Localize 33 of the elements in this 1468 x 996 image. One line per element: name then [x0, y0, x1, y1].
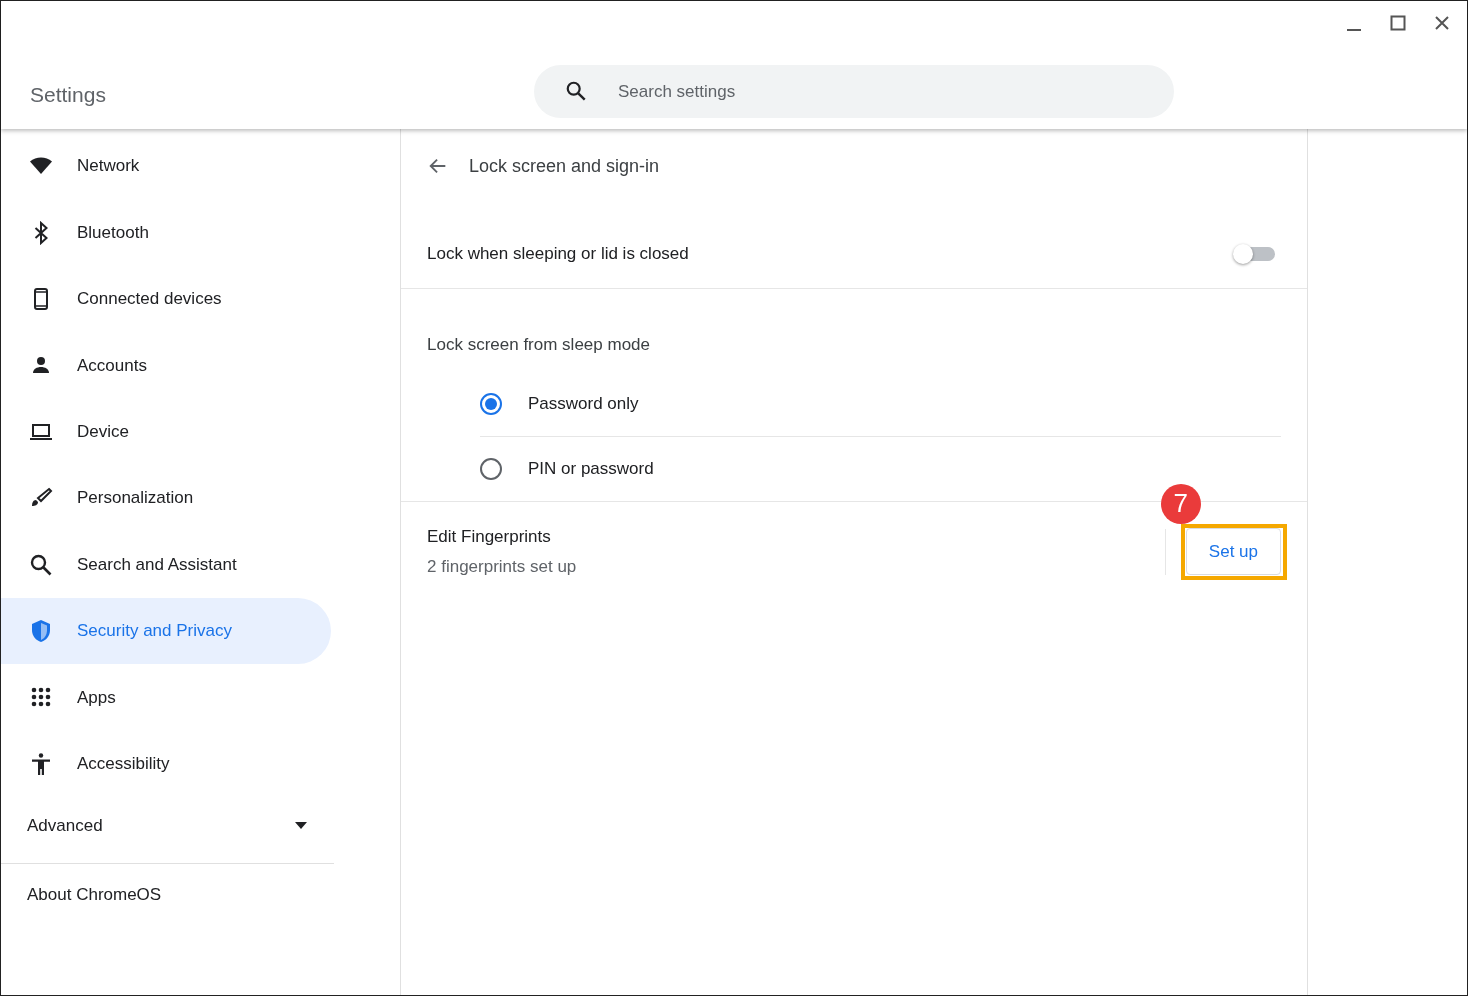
step-number: 7 [1160, 483, 1201, 524]
app-title: Settings [30, 82, 106, 108]
sidebar-item[interactable]: Search and Assistant [1, 531, 331, 598]
sidebar-item[interactable]: Personalization [1, 464, 331, 532]
setting-label: Edit Fingerprints [427, 526, 552, 548]
minimize-icon [1347, 29, 1361, 31]
sidebar-item[interactable]: Connected devices [1, 265, 331, 333]
sidebar-item[interactable]: Security and Privacy [1, 597, 331, 665]
caret-icon [295, 822, 307, 830]
sidebar-item[interactable]: Accessibility [1, 730, 331, 797]
sidebar-item[interactable]: Device [1, 398, 331, 465]
set-up-button[interactable]: Set up [1185, 527, 1281, 576]
advanced-expander[interactable]: Advanced [1, 796, 333, 855]
radio-button[interactable] [480, 458, 502, 480]
sidebar-item[interactable]: Bluetooth [1, 199, 331, 266]
shield-icon [29, 618, 53, 643]
radio-button[interactable] [480, 392, 502, 415]
maximize-icon [1390, 15, 1406, 31]
search-icon [565, 80, 587, 102]
page-title: Lock screen and sign-in [469, 154, 660, 178]
toggle-switch[interactable] [1233, 243, 1277, 264]
setting-label: Lock when sleeping or lid is closed [427, 242, 689, 265]
setting-description: 2 fingerprints set up [427, 555, 577, 578]
search-icon [29, 552, 53, 577]
sidebar-item[interactable]: Network [1, 133, 331, 200]
radio-option[interactable]: Password only [480, 371, 1281, 436]
about-link[interactable]: About ChromeOS [1, 863, 400, 926]
sidebar-item[interactable]: Apps [1, 664, 331, 731]
sidebar-item[interactable]: Accounts [1, 332, 331, 399]
search-field[interactable]: Search settings [534, 65, 1174, 118]
accessibility-icon [29, 751, 53, 776]
section-heading: Lock screen from sleep mode [427, 335, 650, 354]
close-icon [1434, 15, 1450, 31]
